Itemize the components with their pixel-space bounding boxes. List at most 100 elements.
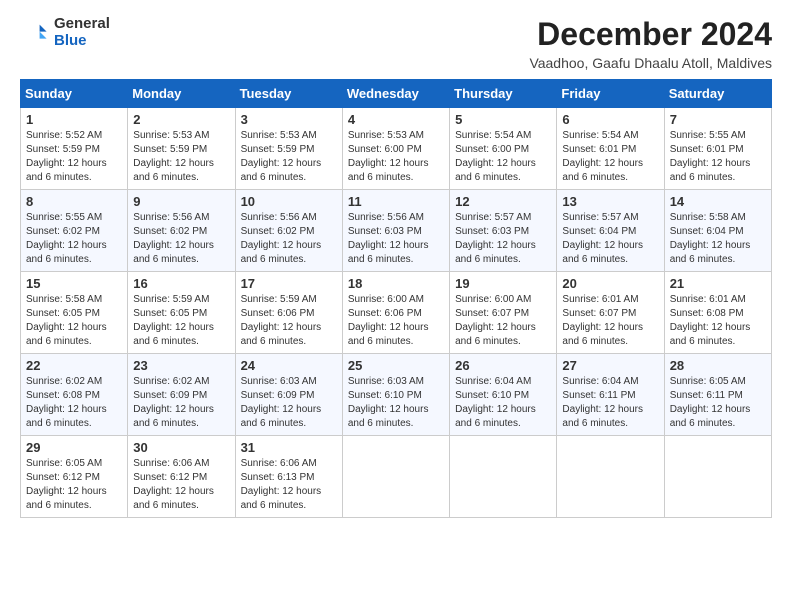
logo: General Blue [20, 16, 110, 49]
calendar-week-row: 22 Sunrise: 6:02 AM Sunset: 6:08 PM Dayli… [21, 354, 772, 436]
calendar-table: SundayMondayTuesdayWednesdayThursdayFrid… [20, 79, 772, 518]
day-info: Sunrise: 5:59 AM Sunset: 6:05 PM Dayligh… [133, 293, 229, 349]
day-number: 11 [348, 194, 444, 209]
day-number: 26 [455, 358, 551, 373]
day-number: 7 [670, 112, 766, 127]
day-info: Sunrise: 5:58 AM Sunset: 6:04 PM Dayligh… [670, 211, 766, 267]
day-number: 25 [348, 358, 444, 373]
logo-blue: Blue [54, 33, 110, 50]
calendar-day-cell [557, 436, 664, 518]
day-info: Sunrise: 5:54 AM Sunset: 6:01 PM Dayligh… [562, 129, 658, 185]
calendar-body: 1 Sunrise: 5:52 AM Sunset: 5:59 PM Daylig… [21, 108, 772, 518]
day-number: 24 [241, 358, 337, 373]
day-info: Sunrise: 5:53 AM Sunset: 5:59 PM Dayligh… [133, 129, 229, 185]
weekday-header: Tuesday [235, 80, 342, 108]
day-number: 18 [348, 276, 444, 291]
calendar-day-cell: 4 Sunrise: 5:53 AM Sunset: 6:00 PM Daylig… [342, 108, 449, 190]
calendar-day-cell: 14 Sunrise: 5:58 AM Sunset: 6:04 PM Dayli… [664, 190, 771, 272]
calendar-day-cell: 17 Sunrise: 5:59 AM Sunset: 6:06 PM Dayli… [235, 272, 342, 354]
day-info: Sunrise: 5:56 AM Sunset: 6:02 PM Dayligh… [241, 211, 337, 267]
day-number: 28 [670, 358, 766, 373]
day-info: Sunrise: 5:57 AM Sunset: 6:04 PM Dayligh… [562, 211, 658, 267]
day-number: 2 [133, 112, 229, 127]
day-info: Sunrise: 5:57 AM Sunset: 6:03 PM Dayligh… [455, 211, 551, 267]
day-number: 23 [133, 358, 229, 373]
day-info: Sunrise: 6:03 AM Sunset: 6:09 PM Dayligh… [241, 375, 337, 431]
calendar-header: SundayMondayTuesdayWednesdayThursdayFrid… [21, 80, 772, 108]
day-info: Sunrise: 6:00 AM Sunset: 6:06 PM Dayligh… [348, 293, 444, 349]
title-block: December 2024 Vaadhoo, Gaafu Dhaalu Atol… [529, 16, 772, 71]
day-number: 8 [26, 194, 122, 209]
calendar-day-cell: 10Sunrise: 5:56 AM Sunset: 6:02 PM Dayli… [235, 190, 342, 272]
calendar-week-row: 29 Sunrise: 6:05 AM Sunset: 6:12 PM Dayli… [21, 436, 772, 518]
day-number: 1 [26, 112, 122, 127]
day-info: Sunrise: 6:02 AM Sunset: 6:08 PM Dayligh… [26, 375, 122, 431]
weekday-header: Wednesday [342, 80, 449, 108]
day-info: Sunrise: 6:04 AM Sunset: 6:10 PM Dayligh… [455, 375, 551, 431]
logo-icon [20, 19, 48, 47]
calendar-day-cell: 23Sunrise: 6:02 AM Sunset: 6:09 PM Dayli… [128, 354, 235, 436]
day-info: Sunrise: 5:58 AM Sunset: 6:05 PM Dayligh… [26, 293, 122, 349]
day-number: 3 [241, 112, 337, 127]
day-number: 15 [26, 276, 122, 291]
day-info: Sunrise: 5:59 AM Sunset: 6:06 PM Dayligh… [241, 293, 337, 349]
day-number: 6 [562, 112, 658, 127]
calendar-day-cell: 15 Sunrise: 5:58 AM Sunset: 6:05 PM Dayli… [21, 272, 128, 354]
calendar-day-cell: 29 Sunrise: 6:05 AM Sunset: 6:12 PM Dayli… [21, 436, 128, 518]
calendar-day-cell: 12 Sunrise: 5:57 AM Sunset: 6:03 PM Dayli… [450, 190, 557, 272]
day-info: Sunrise: 6:01 AM Sunset: 6:07 PM Dayligh… [562, 293, 658, 349]
day-number: 12 [455, 194, 551, 209]
calendar-day-cell: 24 Sunrise: 6:03 AM Sunset: 6:09 PM Dayli… [235, 354, 342, 436]
day-number: 19 [455, 276, 551, 291]
weekday-header: Thursday [450, 80, 557, 108]
calendar-week-row: 8 Sunrise: 5:55 AM Sunset: 6:02 PM Daylig… [21, 190, 772, 272]
day-number: 22 [26, 358, 122, 373]
day-info: Sunrise: 6:05 AM Sunset: 6:12 PM Dayligh… [26, 457, 122, 513]
day-number: 30 [133, 440, 229, 455]
day-info: Sunrise: 5:52 AM Sunset: 5:59 PM Dayligh… [26, 129, 122, 185]
day-number: 4 [348, 112, 444, 127]
day-number: 29 [26, 440, 122, 455]
day-number: 21 [670, 276, 766, 291]
day-number: 27 [562, 358, 658, 373]
calendar-day-cell: 6 Sunrise: 5:54 AM Sunset: 6:01 PM Daylig… [557, 108, 664, 190]
day-info: Sunrise: 6:01 AM Sunset: 6:08 PM Dayligh… [670, 293, 766, 349]
day-number: 13 [562, 194, 658, 209]
calendar-day-cell: 7 Sunrise: 5:55 AM Sunset: 6:01 PM Daylig… [664, 108, 771, 190]
day-info: Sunrise: 6:00 AM Sunset: 6:07 PM Dayligh… [455, 293, 551, 349]
calendar-day-cell: 31Sunrise: 6:06 AM Sunset: 6:13 PM Dayli… [235, 436, 342, 518]
location: Vaadhoo, Gaafu Dhaalu Atoll, Maldives [529, 55, 772, 71]
day-info: Sunrise: 5:55 AM Sunset: 6:01 PM Dayligh… [670, 129, 766, 185]
logo-text: General Blue [54, 16, 110, 49]
day-info: Sunrise: 6:06 AM Sunset: 6:12 PM Dayligh… [133, 457, 229, 513]
calendar-day-cell [664, 436, 771, 518]
day-info: Sunrise: 5:55 AM Sunset: 6:02 PM Dayligh… [26, 211, 122, 267]
day-info: Sunrise: 5:53 AM Sunset: 5:59 PM Dayligh… [241, 129, 337, 185]
day-number: 9 [133, 194, 229, 209]
logo-general: General [54, 16, 110, 33]
day-info: Sunrise: 5:53 AM Sunset: 6:00 PM Dayligh… [348, 129, 444, 185]
weekday-header: Sunday [21, 80, 128, 108]
calendar-day-cell: 20 Sunrise: 6:01 AM Sunset: 6:07 PM Dayli… [557, 272, 664, 354]
day-info: Sunrise: 5:56 AM Sunset: 6:02 PM Dayligh… [133, 211, 229, 267]
calendar-day-cell: 16Sunrise: 5:59 AM Sunset: 6:05 PM Dayli… [128, 272, 235, 354]
day-info: Sunrise: 6:04 AM Sunset: 6:11 PM Dayligh… [562, 375, 658, 431]
calendar-day-cell: 3 Sunrise: 5:53 AM Sunset: 5:59 PM Daylig… [235, 108, 342, 190]
day-info: Sunrise: 6:03 AM Sunset: 6:10 PM Dayligh… [348, 375, 444, 431]
calendar-day-cell: 25 Sunrise: 6:03 AM Sunset: 6:10 PM Dayli… [342, 354, 449, 436]
calendar-day-cell [450, 436, 557, 518]
calendar-day-cell [342, 436, 449, 518]
day-info: Sunrise: 6:06 AM Sunset: 6:13 PM Dayligh… [241, 457, 337, 513]
calendar-day-cell: 27 Sunrise: 6:04 AM Sunset: 6:11 PM Dayli… [557, 354, 664, 436]
calendar-day-cell: 22 Sunrise: 6:02 AM Sunset: 6:08 PM Dayli… [21, 354, 128, 436]
calendar-day-cell: 28Sunrise: 6:05 AM Sunset: 6:11 PM Dayli… [664, 354, 771, 436]
calendar-day-cell: 11Sunrise: 5:56 AM Sunset: 6:03 PM Dayli… [342, 190, 449, 272]
calendar-week-row: 15 Sunrise: 5:58 AM Sunset: 6:05 PM Dayli… [21, 272, 772, 354]
calendar-day-cell: 9 Sunrise: 5:56 AM Sunset: 6:02 PM Daylig… [128, 190, 235, 272]
calendar-day-cell: 13 Sunrise: 5:57 AM Sunset: 6:04 PM Dayli… [557, 190, 664, 272]
calendar-day-cell: 26 Sunrise: 6:04 AM Sunset: 6:10 PM Dayli… [450, 354, 557, 436]
day-number: 17 [241, 276, 337, 291]
day-number: 5 [455, 112, 551, 127]
day-number: 20 [562, 276, 658, 291]
day-number: 14 [670, 194, 766, 209]
